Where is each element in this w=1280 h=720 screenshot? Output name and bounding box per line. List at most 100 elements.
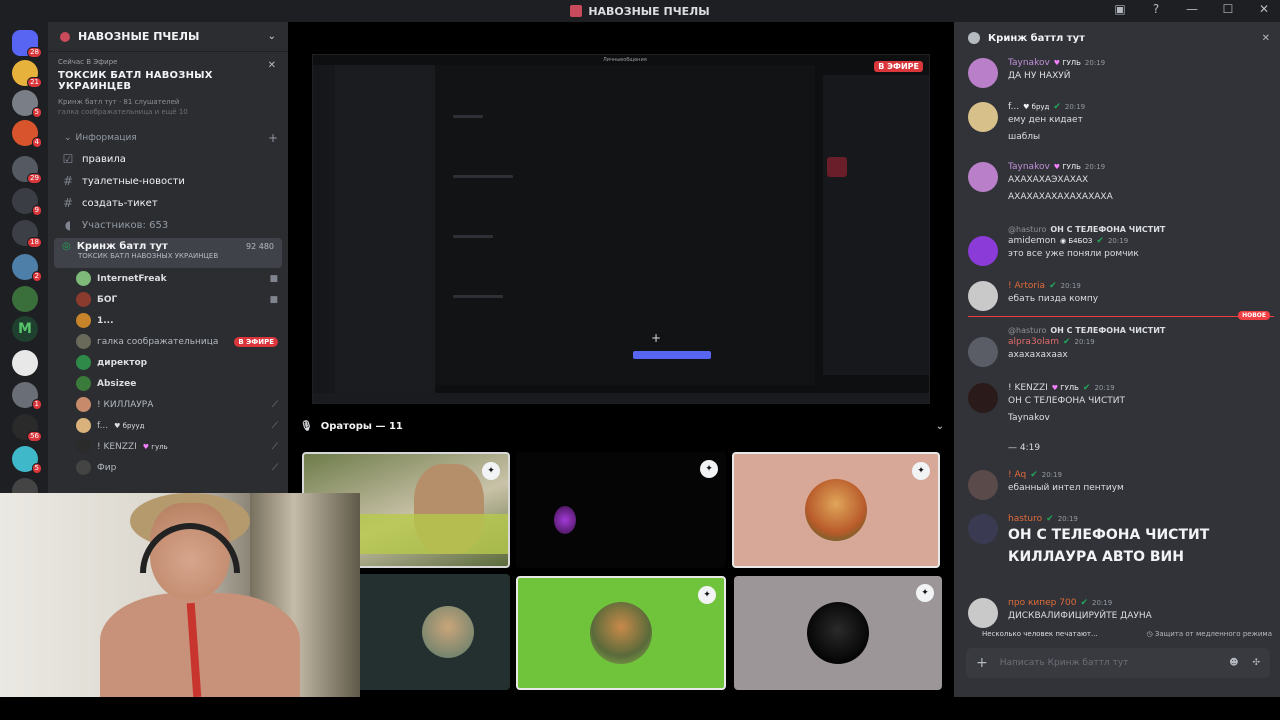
- help-icon[interactable]: ?: [1148, 2, 1164, 16]
- avatar[interactable]: [968, 281, 998, 311]
- voice-user[interactable]: директор: [48, 352, 288, 373]
- server-icon[interactable]: 18: [12, 220, 42, 248]
- server-icon[interactable]: [12, 286, 38, 312]
- message-author[interactable]: f...: [1008, 102, 1019, 112]
- server-icon[interactable]: M: [12, 316, 38, 342]
- reply-preview[interactable]: @hasturo ОН С ТЕЛЕФОНА ЧИСТИТ: [1008, 323, 1274, 337]
- avatar[interactable]: [968, 102, 998, 132]
- close-window-button[interactable]: ✕: [1256, 2, 1272, 16]
- server-icon[interactable]: 56: [12, 414, 42, 442]
- speaker-tile-avatar[interactable]: ✦: [732, 452, 940, 568]
- close-icon[interactable]: ✕: [1262, 33, 1270, 44]
- server-icon[interactable]: [12, 350, 38, 376]
- speaker-tile-avatar[interactable]: ✦: [734, 576, 942, 690]
- speaker-tile-speaking[interactable]: ✦: [516, 576, 726, 690]
- speaker-tile-dark[interactable]: ✦: [516, 452, 726, 568]
- live-title: ТОКСИК БАТЛ НАВОЗНЫХ УКРАИНЦЕВ: [58, 70, 213, 92]
- avatar[interactable]: [968, 598, 998, 628]
- server-icon[interactable]: 2: [12, 254, 42, 282]
- add-attachment-icon[interactable]: +: [976, 655, 988, 671]
- message-author[interactable]: amidemon: [1008, 236, 1056, 246]
- voice-user[interactable]: f... ♥ брууд ⟋: [48, 415, 288, 436]
- category-header[interactable]: ⌄ Информация +: [48, 128, 288, 148]
- avatar: [76, 439, 91, 454]
- message-author[interactable]: Taynakov: [1008, 58, 1050, 68]
- moderator-icon: ✦: [482, 462, 500, 480]
- avatar[interactable]: [968, 236, 998, 266]
- channel-item-ticket[interactable]: # создать-тикет: [48, 192, 288, 214]
- server-icon[interactable]: 5: [12, 446, 42, 474]
- voice-user-name: 1...: [97, 315, 114, 326]
- voice-user[interactable]: Absizee: [48, 373, 288, 394]
- chat-message: Taynakov ♥ ГУЛЬ 20:19 ДА НУ НАХУЙ: [968, 58, 1274, 88]
- server-icon[interactable]: 1: [12, 382, 42, 410]
- avatar: [421, 606, 474, 658]
- message-input[interactable]: + Написать Кринж баттл тут ☻ ✣: [966, 648, 1270, 678]
- speakers-header[interactable]: 🎙 Ораторы — 11 ⌄: [300, 416, 944, 436]
- add-channel-icon[interactable]: +: [268, 131, 278, 145]
- maximize-button[interactable]: ☐: [1220, 2, 1236, 16]
- live-event-card[interactable]: Сейчас В Эфире ТОКСИК БАТЛ НАВОЗНЫХ УКРА…: [48, 52, 288, 120]
- inbox-icon[interactable]: ▣: [1112, 2, 1128, 16]
- stream-body: [435, 65, 815, 385]
- avatar[interactable]: [968, 58, 998, 88]
- emoji-icon[interactable]: ☻: [1229, 658, 1238, 668]
- stream-line: [453, 295, 503, 298]
- channel-label: Участников: 653: [82, 219, 169, 231]
- channel-item-members[interactable]: ◖ Участников: 653: [48, 214, 288, 236]
- voice-user-name: Фир: [97, 462, 117, 473]
- avatar[interactable]: [968, 337, 998, 367]
- minimize-button[interactable]: —: [1184, 2, 1200, 16]
- channel-item-rules[interactable]: ☑ правила: [48, 148, 288, 170]
- voice-user[interactable]: ! КИЛЛАУРА ⟋: [48, 394, 288, 415]
- close-icon[interactable]: ✕: [268, 60, 276, 71]
- reply-preview[interactable]: @hasturo ОН С ТЕЛЕФОНА ЧИСТИТ: [1008, 222, 1274, 236]
- message-author[interactable]: ! Aq: [1008, 470, 1026, 480]
- voice-user[interactable]: 1...: [48, 310, 288, 331]
- server-icon[interactable]: 21: [12, 60, 42, 88]
- user-tag-text: гуль: [151, 442, 168, 451]
- voice-user[interactable]: галка соображательница В ЭФИРЕ: [48, 331, 288, 352]
- voice-user[interactable]: БОГ ■: [48, 289, 288, 310]
- avatar[interactable]: [968, 514, 998, 544]
- message-author[interactable]: ! Artoria: [1008, 281, 1045, 291]
- message-author[interactable]: Taynakov: [1008, 162, 1050, 172]
- avatar: [76, 397, 91, 412]
- server-icon[interactable]: 29: [12, 156, 42, 184]
- voice-user[interactable]: ! KENZZI ♥ гуль ⟋: [48, 436, 288, 457]
- message-author[interactable]: hasturo: [1008, 514, 1042, 524]
- avatar[interactable]: [968, 470, 998, 500]
- message-author[interactable]: alpra3olam: [1008, 337, 1059, 347]
- avatar[interactable]: [968, 162, 998, 192]
- new-messages-pill: НОВОЕ: [1238, 311, 1270, 320]
- user-tag: ♥ ГУЛЬ: [1053, 59, 1081, 67]
- chevron-down-icon[interactable]: ⌄: [936, 421, 944, 432]
- home-button[interactable]: 28: [12, 30, 42, 58]
- server-icon[interactable]: 9: [12, 188, 42, 216]
- voice-channel-active[interactable]: ◎ Кринж батл тут 92 480 ТОКСИК БАТЛ НАВО…: [54, 238, 282, 268]
- message-author[interactable]: про кипер 700: [1008, 598, 1076, 608]
- voice-user[interactable]: Фир ⟋: [48, 457, 288, 478]
- verified-icon: ✔: [1062, 337, 1071, 347]
- message-author[interactable]: ! KENZZI: [1008, 383, 1048, 393]
- server-header[interactable]: НАВОЗНЫЕ ПЧЕЛЫ ⌄: [48, 22, 288, 52]
- timestamp: 20:19: [1107, 237, 1129, 245]
- message-text: АХАХАХАХАХАХАХАХА: [1008, 192, 1113, 202]
- apps-icon[interactable]: ✣: [1252, 658, 1260, 668]
- typing-indicator: Несколько человек печатают... ◷ Защита о…: [982, 630, 1272, 638]
- chat-message: @hasturo ОН С ТЕЛЕФОНА ЧИСТИТ amidemon ◉ Б…: [968, 222, 1274, 266]
- server-logo-icon: [570, 5, 583, 17]
- mention-badge: 1: [31, 399, 42, 410]
- message-text: ДА НУ НАХУЙ: [1008, 71, 1071, 81]
- channel-item-news[interactable]: # туалетные-новости: [48, 170, 288, 192]
- mention-badge: 4: [31, 137, 42, 148]
- chat-message: ! KENZZI ♥ ГУЛЬ ✔ 20:19 ОН С ТЕЛЕФОНА ЧИСТИ…: [968, 383, 1274, 427]
- screen-share-stream[interactable]: Личныеобщения + В ЭФИРЕ: [312, 54, 930, 404]
- reply-author: @hasturo: [1008, 325, 1047, 335]
- server-icon[interactable]: 4: [12, 120, 42, 148]
- voice-user[interactable]: InternetFreak ■: [48, 268, 288, 289]
- server-icon[interactable]: 5: [12, 90, 42, 118]
- avatar[interactable]: [968, 383, 998, 413]
- message-input-placeholder: Написать Кринж баттл тут: [999, 658, 1129, 668]
- mention-badge: 9: [31, 205, 42, 216]
